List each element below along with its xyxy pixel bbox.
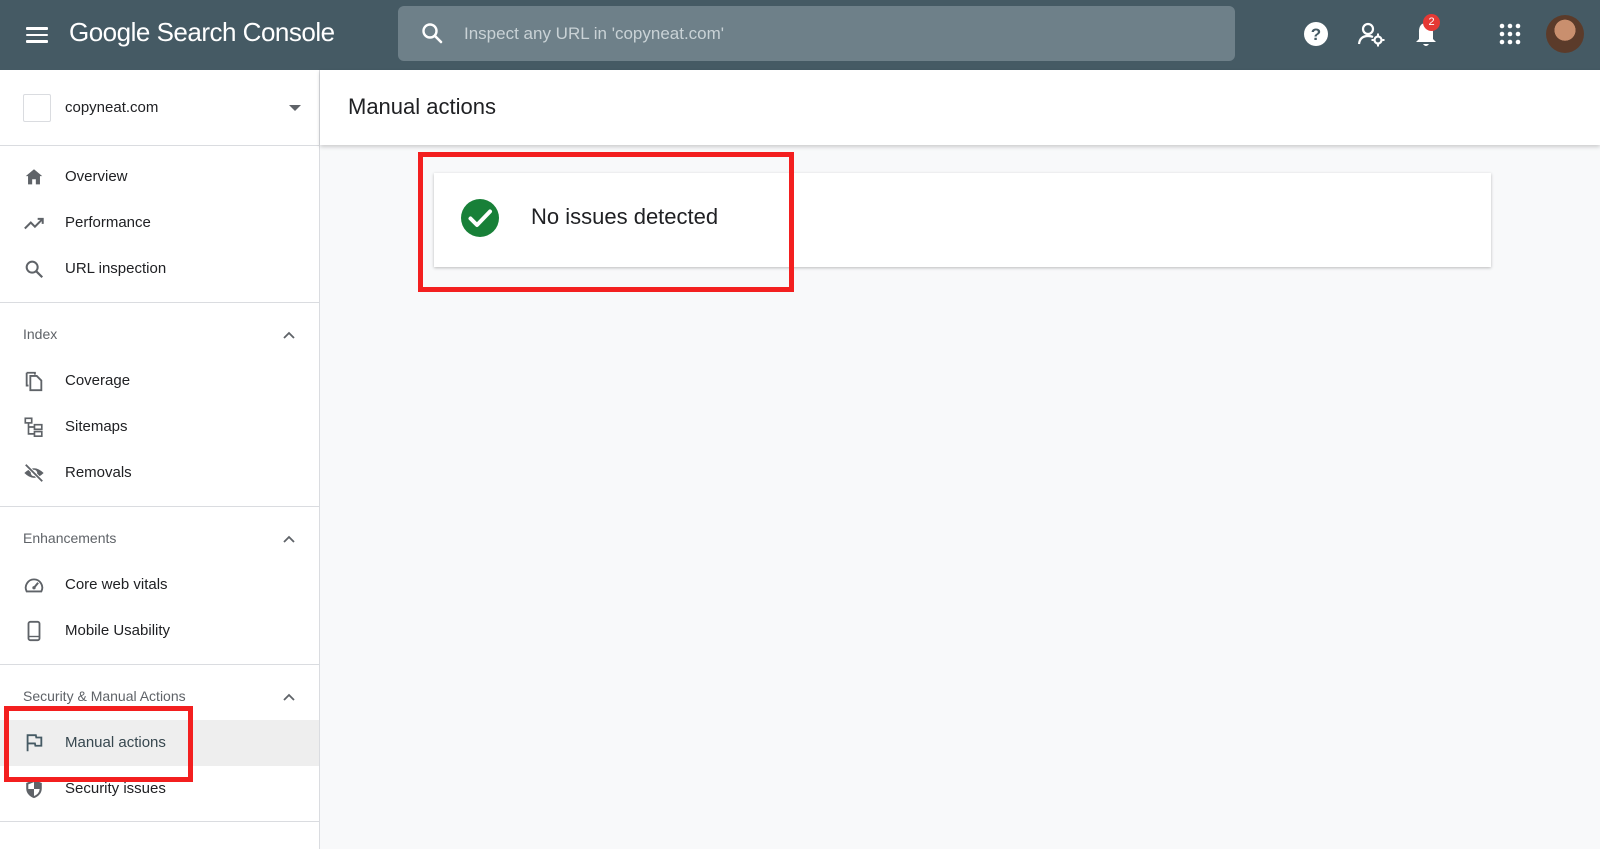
smartphone-icon [27, 620, 41, 642]
sidebar-item-label: Removals [65, 464, 132, 481]
sidebar-item-label: Performance [65, 214, 151, 231]
sidebar-item-overview[interactable]: Overview [0, 154, 319, 200]
search-icon[interactable] [420, 21, 444, 45]
svg-text:?: ? [1311, 25, 1321, 44]
section-title: Security & Manual Actions [23, 688, 186, 704]
section-title: Index [23, 326, 58, 342]
sidebar-item-label: Overview [65, 168, 128, 185]
property-name: copyneat.com [65, 99, 159, 116]
notification-badge: 2 [1423, 14, 1440, 31]
divider [0, 506, 319, 507]
sidebar-item-manual-actions[interactable]: Manual actions [0, 720, 319, 766]
sidebar-item-coverage[interactable]: Coverage [0, 358, 319, 404]
sidebar-item-label: Coverage [65, 372, 131, 389]
app-title[interactable]: Google Search Console [69, 17, 335, 48]
section-index-header[interactable]: Index [0, 320, 319, 350]
url-inspect-search [398, 6, 1235, 61]
sidebar-item-performance[interactable]: Performance [0, 200, 319, 246]
divider [0, 302, 319, 303]
chevron-up-icon[interactable] [282, 690, 296, 704]
user-settings-icon[interactable] [1356, 19, 1386, 49]
check-circle-icon [461, 199, 499, 237]
sidebar-item-label: Security issues [65, 780, 166, 797]
page-header: Manual actions [320, 70, 1600, 145]
sidebar-item-core-web-vitals[interactable]: Core web vitals [0, 562, 319, 608]
top-app-bar: Google Search Console ? 2 [0, 0, 1600, 70]
section-security-header[interactable]: Security & Manual Actions [0, 682, 319, 712]
account-avatar[interactable] [1546, 15, 1584, 53]
chevron-up-icon[interactable] [282, 328, 296, 342]
sidebar-item-removals[interactable]: Removals [0, 450, 319, 496]
search-icon [25, 260, 44, 279]
shield-icon [26, 779, 42, 799]
eye-off-icon [24, 463, 44, 483]
sidebar-item-security-issues[interactable]: Security issues [0, 766, 319, 812]
menu-icon[interactable] [24, 23, 50, 45]
sidebar-item-mobile-usability[interactable]: Mobile Usability [0, 608, 319, 654]
sidebar-item-label: Sitemaps [65, 418, 128, 435]
property-selector[interactable]: copyneat.com [0, 70, 319, 146]
flag-icon [26, 734, 43, 752]
sitemap-icon [24, 417, 43, 437]
sidebar-item-sitemaps[interactable]: Sitemaps [0, 404, 319, 450]
help-icon[interactable]: ? [1301, 19, 1331, 49]
sidebar-item-label: URL inspection [65, 260, 167, 277]
sidebar-item-label: Mobile Usability [65, 622, 171, 639]
divider [0, 664, 319, 665]
chevron-up-icon[interactable] [282, 532, 296, 546]
copy-icon [25, 371, 43, 392]
gauge-icon [24, 578, 44, 593]
apps-grid-icon[interactable] [1495, 19, 1525, 49]
sidebar-item-label: Manual actions [65, 734, 166, 751]
page-title: Manual actions [348, 94, 496, 119]
section-enhancements-header[interactable]: Enhancements [0, 524, 319, 554]
status-text: No issues detected [531, 204, 719, 229]
home-icon [25, 169, 43, 185]
divider [0, 821, 319, 822]
sidebar-item-label: Core web vitals [65, 576, 168, 593]
search-input[interactable] [464, 6, 1204, 61]
trending-up-icon [24, 217, 44, 230]
sidebar-nav: copyneat.com Overview Performance URL in… [0, 70, 320, 849]
dropdown-caret-icon[interactable] [289, 105, 301, 111]
sidebar-item-url-inspection[interactable]: URL inspection [0, 246, 319, 292]
status-card: No issues detected [434, 173, 1491, 267]
section-title: Enhancements [23, 530, 117, 546]
property-favicon [23, 94, 51, 122]
